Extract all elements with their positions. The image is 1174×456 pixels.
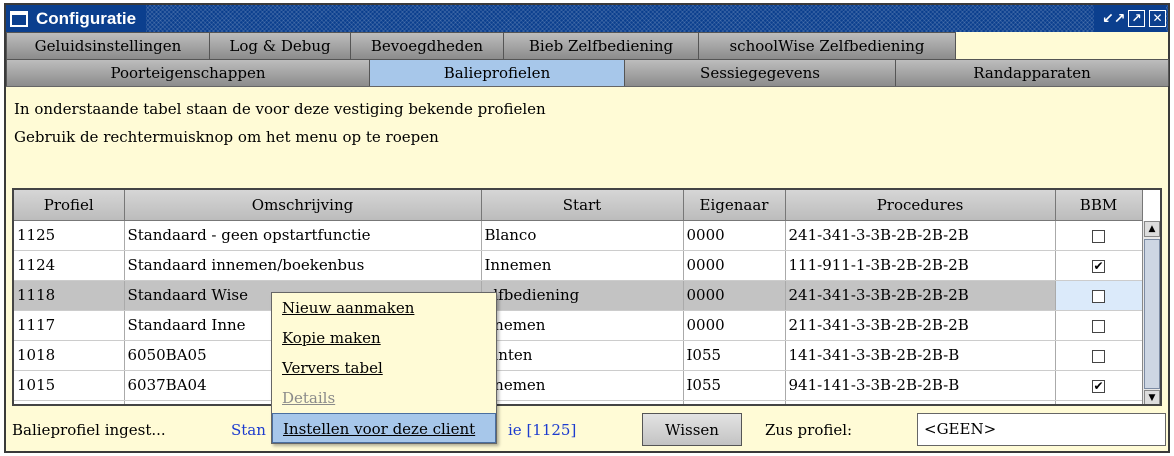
col-header-profiel[interactable]: Profiel	[14, 190, 125, 221]
detach-icon[interactable]: ↙↗	[1102, 11, 1125, 27]
menu-item-kopie-maken[interactable]: Kopie maken	[272, 323, 496, 353]
window-title: Configuratie	[36, 8, 137, 28]
scroll-down-icon[interactable]: ▼	[1144, 390, 1160, 404]
table-row[interactable]: 1018 6050BA05 lanten I055 141-341-3-3B-2B-2B…	[14, 340, 1143, 371]
maximize-icon[interactable]: ↗	[1128, 10, 1145, 27]
cell-procedures: 241-341-3-3B-2B-2B-2B	[785, 280, 1056, 311]
cell-procedures: 241-341-3-3B-2B-2B-2B	[785, 220, 1056, 251]
configuratie-window: Configuratie ↙↗ ↗ ✕ Geluidsinstellingen …	[4, 3, 1170, 453]
table-header: Profiel Omschrijving Start Eigenaar Proc…	[14, 190, 1143, 221]
cell-start: Innemen	[481, 250, 684, 281]
cell-profiel: 1013	[14, 400, 125, 404]
cell-procedures: 110-341-3-3B-2B-2B-B	[785, 400, 1056, 404]
status-bar: Balieprofiel ingest... Stan ie [1125] Wi…	[6, 410, 1168, 450]
tab-sessiegegevens[interactable]: Sessiegegevens	[624, 59, 896, 86]
info-line-2: Gebruik de rechtermuisknop om het menu o…	[14, 128, 439, 146]
cell-start: nnemen	[481, 400, 684, 404]
cell-profiel: 1125	[14, 220, 125, 251]
cell-eigenaar: 0000	[683, 250, 786, 281]
cell-start: Blanco	[481, 220, 684, 251]
cell-start: elfbediening	[481, 280, 684, 311]
cell-procedures: 111-911-1-3B-2B-2B-2B	[785, 250, 1056, 281]
menu-item-details: Details	[282, 389, 336, 407]
tab-randapparaten[interactable]: Randapparaten	[895, 59, 1169, 86]
info-line-1: In onderstaande tabel staan de voor deze…	[14, 100, 546, 118]
bbm-checkbox[interactable]	[1092, 229, 1105, 243]
close-icon[interactable]: ✕	[1149, 10, 1166, 27]
bbm-checkbox[interactable]	[1092, 319, 1105, 333]
zus-profiel-label: Zus profiel:	[765, 421, 853, 439]
active-profile-link-end[interactable]: ie [1125]	[508, 421, 576, 439]
status-label: Balieprofiel ingest...	[12, 421, 166, 439]
window-icon	[10, 10, 28, 27]
tab-row-1: Geluidsinstellingen Log & Debug Bevoegdh…	[6, 32, 956, 59]
cell-eigenaar: I055	[683, 340, 786, 371]
titlebar[interactable]: Configuratie ↙↗ ↗ ✕	[6, 5, 1168, 32]
zus-profiel-field[interactable]: <GEEN>	[917, 413, 1166, 446]
cell-omschrijving: Standaard innemen/boekenbus	[124, 250, 482, 281]
scroll-thumb[interactable]	[1144, 239, 1160, 389]
cell-bbm	[1055, 280, 1143, 311]
cell-profiel: 1124	[14, 250, 125, 281]
tab-log-debug[interactable]: Log & Debug	[209, 32, 351, 59]
bbm-checkbox[interactable]	[1092, 289, 1105, 303]
tab-balieprofielen[interactable]: Balieprofielen	[369, 59, 625, 86]
cell-eigenaar: 0000	[683, 280, 786, 311]
tab-poorteigenschappen[interactable]: Poorteigenschappen	[6, 59, 370, 86]
table-row[interactable]: 1124 Standaard innemen/boekenbus Innemen 00…	[14, 250, 1143, 281]
cell-procedures: 141-341-3-3B-2B-2B-B	[785, 340, 1056, 371]
table-scrollbar[interactable]: ▲ ▼	[1142, 221, 1160, 404]
cell-procedures: 211-341-3-3B-2B-2B-2B	[785, 310, 1056, 341]
menu-item-nieuw-aanmaken[interactable]: Nieuw aanmaken	[272, 293, 496, 323]
active-profile-link[interactable]: Stan	[231, 421, 266, 439]
col-header-eigenaar[interactable]: Eigenaar	[683, 190, 786, 221]
cell-start: nnemen	[481, 370, 684, 401]
tab-geluidsinstellingen[interactable]: Geluidsinstellingen	[6, 32, 210, 59]
cell-bbm	[1055, 340, 1143, 371]
cell-bbm	[1055, 310, 1143, 341]
bbm-checkbox[interactable]: ✔	[1092, 379, 1105, 393]
cell-eigenaar: I055	[683, 370, 786, 401]
cell-omschrijving: Standaard - geen opstartfunctie	[124, 220, 482, 251]
table-row[interactable]: 1117 Standaard Inne nnemen 0000 211-341-3-3B…	[14, 310, 1143, 341]
cell-eigenaar: 0000	[683, 220, 786, 251]
cell-profiel: 1015	[14, 370, 125, 401]
cell-profiel: 1117	[14, 310, 125, 341]
col-header-procedures[interactable]: Procedures	[785, 190, 1056, 221]
bbm-checkbox[interactable]	[1092, 349, 1105, 363]
table-row[interactable]: 1015 6037BA04 nnemen I055 941-141-3-3B-2B-2B…	[14, 370, 1143, 401]
table-row[interactable]: 1118 Standaard Wise elfbediening 0000 241-34…	[14, 280, 1143, 311]
cell-start: nnemen	[481, 310, 684, 341]
cell-bbm: ✔	[1055, 400, 1143, 404]
profiles-table[interactable]: Profiel Omschrijving Start Eigenaar Proc…	[12, 188, 1162, 406]
col-header-omschrijving[interactable]: Omschrijving	[124, 190, 482, 221]
tab-bieb-zelfbediening[interactable]: Bieb Zelfbediening	[503, 32, 699, 59]
cell-eigenaar: 0000	[683, 310, 786, 341]
cell-eigenaar: I055	[683, 400, 786, 404]
bbm-checkbox[interactable]: ✔	[1092, 259, 1105, 273]
table-row[interactable]: 10136188BA05nnemenI055110-341-3-3B-2B-2B…	[14, 400, 1143, 404]
cell-procedures: 941-141-3-3B-2B-2B-B	[785, 370, 1056, 401]
col-header-bbm[interactable]: BBM	[1055, 190, 1143, 221]
cell-bbm: ✔	[1055, 250, 1143, 281]
tab-row-2: Poorteigenschappen Balieprofielen Sessie…	[6, 59, 1169, 86]
col-header-start[interactable]: Start	[481, 190, 684, 221]
cell-profiel: 1118	[14, 280, 125, 311]
menu-item-ververs-tabel[interactable]: Ververs tabel	[272, 353, 496, 383]
table-row[interactable]: 1125 Standaard - geen opstartfunctie Blanc…	[14, 220, 1143, 251]
wissen-button[interactable]: Wissen	[642, 413, 742, 446]
scroll-up-icon[interactable]: ▲	[1144, 221, 1160, 237]
info-panel: In onderstaande tabel staan de voor deze…	[6, 86, 1168, 186]
cell-start: lanten	[481, 340, 684, 371]
cell-bbm: ✔	[1055, 370, 1143, 401]
cell-bbm	[1055, 220, 1143, 251]
menu-item-instellen-voor-deze-client[interactable]: Instellen voor deze client	[272, 413, 496, 443]
context-menu: Nieuw aanmaken Kopie maken Ververs tabel…	[271, 292, 497, 444]
tab-schoolwise-zelfbediening[interactable]: schoolWise Zelfbediening	[698, 32, 956, 59]
cell-profiel: 1018	[14, 340, 125, 371]
tab-bevoegdheden[interactable]: Bevoegdheden	[350, 32, 504, 59]
